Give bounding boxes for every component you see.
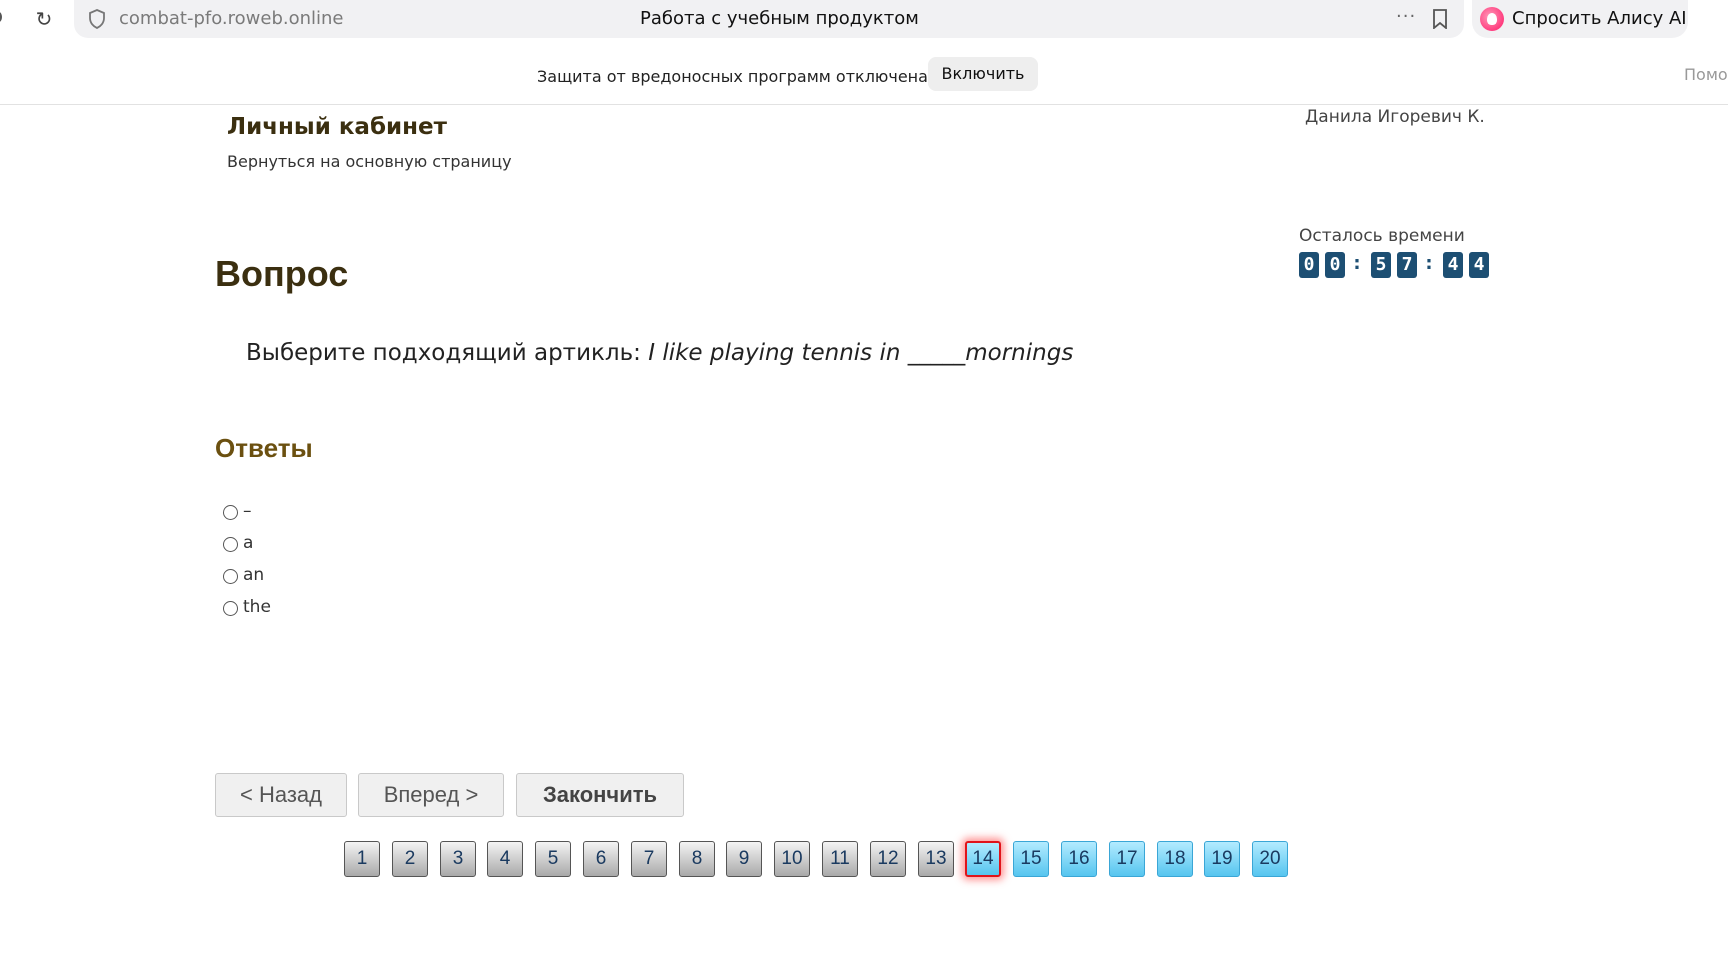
ask-alice-label[interactable]: Спросить Алису AI: [1512, 8, 1687, 29]
tab-title: Работа с учебным продуктом: [640, 8, 919, 29]
page-button-4[interactable]: 4: [487, 841, 523, 877]
answer-label[interactable]: a: [243, 533, 253, 553]
security-notice: Защита от вредоносных программ отключена: [537, 67, 928, 86]
answer-radio[interactable]: [223, 601, 238, 616]
page-button-2[interactable]: 2: [392, 841, 428, 877]
answer-radio[interactable]: [223, 537, 238, 552]
page-button-8[interactable]: 8: [679, 841, 715, 877]
timer-digit: 7: [1397, 252, 1417, 278]
page-button-10[interactable]: 10: [774, 841, 810, 877]
timer-digit: 0: [1299, 252, 1319, 278]
reload-icon[interactable]: ↻: [32, 7, 56, 31]
user-name: Данила Игоревич К.: [1305, 107, 1485, 127]
alice-icon: [1480, 7, 1504, 31]
finish-button[interactable]: Закончить: [516, 773, 684, 817]
timer-digit: 5: [1371, 252, 1391, 278]
url-text[interactable]: combat-pfo.roweb.online: [119, 8, 344, 29]
timer-digit: 4: [1469, 252, 1489, 278]
page-button-20[interactable]: 20: [1252, 841, 1288, 877]
page-button-13[interactable]: 13: [918, 841, 954, 877]
timer-separator: :: [1353, 253, 1361, 274]
cabinet-title: Личный кабинет: [227, 114, 447, 140]
page-button-12[interactable]: 12: [870, 841, 906, 877]
timer-separator: :: [1425, 253, 1433, 274]
answer-label[interactable]: an: [243, 565, 264, 585]
page-button-18[interactable]: 18: [1157, 841, 1193, 877]
question-text: Выберите подходящий артикль: I like play…: [246, 340, 1073, 366]
answers-heading: Ответы: [215, 433, 313, 463]
answer-radio[interactable]: [223, 569, 238, 584]
back-to-main-link[interactable]: Вернуться на основную страницу: [227, 152, 512, 171]
forward-button[interactable]: Вперед >: [358, 773, 504, 817]
timer-digit: 4: [1443, 252, 1463, 278]
page-button-11[interactable]: 11: [822, 841, 858, 877]
answer-label[interactable]: the: [243, 597, 271, 617]
question-heading: Вопрос: [215, 253, 349, 294]
more-menu-icon[interactable]: ···: [1396, 6, 1416, 27]
page-button-3[interactable]: 3: [440, 841, 476, 877]
enable-protection-button[interactable]: Включить: [928, 57, 1038, 91]
page-button-1[interactable]: 1: [344, 841, 380, 877]
page-button-17[interactable]: 17: [1109, 841, 1145, 877]
page-button-9[interactable]: 9: [726, 841, 762, 877]
page-button-19[interactable]: 19: [1204, 841, 1240, 877]
shield-icon: [89, 9, 105, 29]
answer-radio[interactable]: [223, 505, 238, 520]
back-button[interactable]: < Назад: [215, 773, 347, 817]
page-button-14[interactable]: 14: [965, 841, 1001, 877]
timer-label: Осталось времени: [1299, 226, 1465, 246]
page-button-5[interactable]: 5: [535, 841, 571, 877]
help-link[interactable]: Помо: [1684, 65, 1728, 84]
page-button-15[interactable]: 15: [1013, 841, 1049, 877]
page-button-7[interactable]: 7: [631, 841, 667, 877]
page-button-6[interactable]: 6: [583, 841, 619, 877]
question-prompt: Выберите подходящий артикль:: [246, 340, 649, 366]
question-sentence: I like playing tennis in _____mornings: [648, 340, 1074, 366]
page-button-16[interactable]: 16: [1061, 841, 1097, 877]
timer-digit: 0: [1325, 252, 1345, 278]
bookmark-icon[interactable]: [1432, 9, 1448, 29]
answer-label[interactable]: –: [243, 501, 252, 521]
